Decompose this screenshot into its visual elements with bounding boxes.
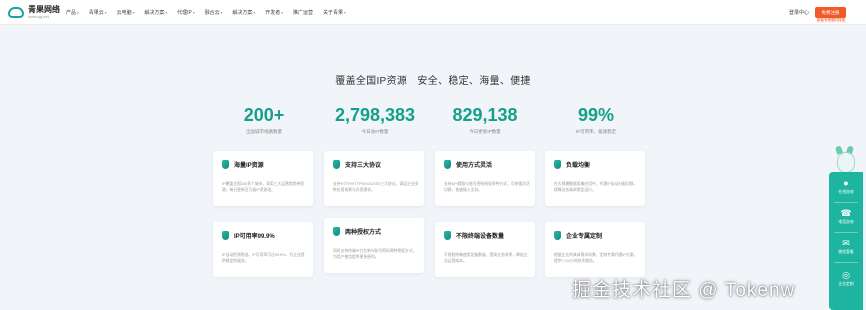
shield-icon bbox=[554, 160, 561, 169]
side-item-label: 电话咨询 bbox=[838, 220, 854, 224]
chevron-down-icon: ▾ bbox=[253, 10, 256, 15]
side-item-label: 企业定制 bbox=[838, 282, 854, 286]
nav-item-cloud-pc[interactable]: 云电脑▾ bbox=[117, 9, 135, 16]
site-logo[interactable]: 青果网络 www.qg.net bbox=[8, 4, 60, 20]
feature-card-unlimited-devices[interactable]: 不限终端设备数量 不限制终端使用设备数量，提高业务效率，降低企业运营成本。 bbox=[435, 222, 535, 277]
stat-label: IP可用率，极速稳定 bbox=[575, 129, 617, 134]
nav-item-proxy-ip[interactable]: 代理IP▾ bbox=[177, 9, 195, 16]
phone-icon: ☎ bbox=[840, 208, 852, 218]
nav-item-solutions-2[interactable]: 解决方案▾ bbox=[232, 9, 255, 16]
chevron-down-icon: ▾ bbox=[165, 10, 168, 15]
stat-label: 全国城市线路数量 bbox=[246, 129, 282, 134]
side-item-online-consult[interactable]: ● 在线咨询 bbox=[829, 178, 863, 195]
stat-value: 99% bbox=[577, 105, 615, 125]
top-navigation-bar: 青果网络 www.qg.net 产品▾ 青果云▾ 云电脑▾ 解决方案▾ 代理IP… bbox=[0, 0, 866, 25]
bell-icon: ● bbox=[843, 178, 849, 188]
feature-title: 不限终端设备数量 bbox=[456, 234, 505, 240]
feature-title: 企业专属定制 bbox=[566, 234, 603, 240]
chevron-down-icon: ▾ bbox=[77, 10, 79, 15]
stat-value: 829,138 bbox=[452, 105, 518, 125]
side-item-label: 微信客服 bbox=[838, 250, 854, 254]
stat-total-ip: 2,798,383 今日总IP数量 bbox=[320, 104, 430, 135]
divider bbox=[834, 202, 858, 203]
shield-icon bbox=[444, 231, 451, 240]
stat-value: 200+ bbox=[243, 105, 285, 125]
chevron-down-icon: ▾ bbox=[220, 10, 223, 15]
shield-icon bbox=[444, 160, 451, 169]
chat-icon: ✉ bbox=[842, 238, 850, 248]
feature-card-enterprise-custom[interactable]: 企业专属定制 根据企业的具体需求场景，定制专属代理IP方案，提供7×24小时技术… bbox=[545, 222, 645, 277]
feature-title: 支持三大协议 bbox=[345, 163, 382, 169]
stat-availability: 99% IP可用率，极速稳定 bbox=[541, 104, 651, 135]
side-item-phone[interactable]: ☎ 电话咨询 bbox=[829, 208, 863, 225]
nav-item-fusion-cloud[interactable]: 融合云▾ bbox=[205, 9, 223, 16]
register-button[interactable]: 免费注册 bbox=[815, 7, 846, 18]
nav-item-developer[interactable]: 开发者▾ bbox=[265, 9, 283, 16]
nav-item-about[interactable]: 关于青果▾ bbox=[323, 9, 346, 16]
feature-description: IP覆盖全国200多个城市，采用三大运营商宽带资源，每日更新百万级IP资源池。 bbox=[222, 182, 305, 192]
divider bbox=[834, 232, 858, 233]
divider bbox=[834, 262, 858, 263]
stat-city-count: 200+ 全国城市线路数量 bbox=[209, 104, 319, 135]
logo-url: www.qg.net bbox=[28, 13, 49, 19]
floating-service-widget: ● 在线咨询 ☎ 电话咨询 ✉ 微信客服 ◎ 企业定制 bbox=[829, 145, 863, 310]
stat-updated-ip: 829,138 今日更新IP数量 bbox=[430, 104, 540, 135]
nav-item-cloud[interactable]: 青果云▾ bbox=[89, 9, 107, 16]
feature-card-availability[interactable]: IP可用率99.9% IP自动检测筛选，IP可用率可达99.9%，为企业提供稳定… bbox=[213, 222, 313, 277]
site-watermark: 掘金技术社区 @ Tokenw bbox=[572, 280, 796, 301]
nav-item-products[interactable]: 产品▾ bbox=[66, 9, 79, 16]
feature-title: 使用方式灵活 bbox=[456, 163, 493, 169]
nav-item-solutions[interactable]: 解决方案▾ bbox=[144, 9, 167, 16]
service-icon: ◎ bbox=[842, 270, 850, 280]
side-item-wechat[interactable]: ✉ 微信客服 bbox=[829, 238, 863, 255]
nav-item-promotion[interactable]: 推广运营 bbox=[293, 9, 313, 16]
feature-title: IP可用率99.9% bbox=[234, 234, 275, 240]
feature-title: 两种授权方式 bbox=[345, 230, 382, 236]
feature-description: 支持API提取与账号密码授权多种方式，可按需灵活切换，快速接入业务。 bbox=[444, 182, 530, 192]
feature-description: IP自动检测筛选，IP可用率可达99.9%，为企业提供稳定的服务。 bbox=[222, 253, 305, 263]
feature-title: 海量IP资源 bbox=[234, 163, 264, 169]
side-item-label: 在线咨询 bbox=[838, 190, 854, 194]
user-center-link[interactable]: 登录中心 bbox=[789, 9, 809, 16]
chevron-down-icon: ▾ bbox=[192, 10, 195, 15]
feature-card-massive-ip[interactable]: 海量IP资源 IP覆盖全国200多个城市，采用三大运营商宽带资源，每日更新百万级… bbox=[213, 151, 313, 206]
shield-icon bbox=[333, 160, 340, 169]
stat-label: 今日总IP数量 bbox=[361, 129, 389, 134]
register-promo-badge: 新客专享限时特惠 bbox=[816, 18, 846, 23]
cloud-logo-icon bbox=[8, 6, 24, 18]
feature-description: 同时支持终端IP白名单与账号密码两种授权方式，为用户使用提供更多便利。 bbox=[333, 249, 417, 259]
feature-card-load-balance[interactable]: 负载均衡 在大规模数据采集应用中，代理IP自动分配切换，保障业务请求稳定运行。 bbox=[545, 151, 645, 206]
chevron-down-icon: ▾ bbox=[104, 10, 107, 15]
feature-description: 不限制终端使用设备数量，提高业务效率，降低企业运营成本。 bbox=[444, 253, 528, 263]
logo-name: 青果网络 bbox=[28, 4, 60, 14]
side-item-enterprise[interactable]: ◎ 企业定制 bbox=[829, 270, 863, 287]
feature-card-flexible-usage[interactable]: 使用方式灵活 支持API提取与账号密码授权多种方式，可按需灵活切换，快速接入业务… bbox=[435, 151, 535, 206]
stat-value: 2,798,383 bbox=[334, 105, 416, 125]
chevron-down-icon: ▾ bbox=[344, 10, 346, 15]
shield-icon bbox=[333, 227, 340, 236]
section-headline: 覆盖全国IP资源 安全、稳定、海量、便捷 bbox=[335, 76, 531, 87]
chevron-down-icon: ▾ bbox=[132, 10, 135, 15]
shield-icon bbox=[554, 231, 561, 240]
feature-card-protocols[interactable]: 支持三大协议 支持HTTP/HTTPS/SOCKS5三大协议，满足企业多种应用场… bbox=[324, 151, 424, 206]
stat-label: 今日更新IP数量 bbox=[469, 129, 501, 134]
feature-card-auth-methods[interactable]: 两种授权方式 同时支持终端IP白名单与账号密码两种授权方式，为用户使用提供更多便… bbox=[324, 218, 424, 273]
chevron-down-icon: ▾ bbox=[281, 10, 283, 15]
feature-description: 根据企业的具体需求场景，定制专属代理IP方案，提供7×24小时技术服务。 bbox=[554, 253, 638, 263]
service-panel: ● 在线咨询 ☎ 电话咨询 ✉ 微信客服 ◎ 企业定制 bbox=[829, 172, 863, 310]
feature-description: 在大规模数据采集应用中，代理IP自动分配切换，保障业务请求稳定运行。 bbox=[554, 182, 638, 192]
main-nav: 产品▾ 青果云▾ 云电脑▾ 解决方案▾ 代理IP▾ 融合云▾ 解决方案▾ 开发者… bbox=[66, 0, 356, 24]
feature-description: 支持HTTP/HTTPS/SOCKS5三大协议，满足企业多种应用场景与开发需求。 bbox=[333, 182, 419, 192]
shield-icon bbox=[222, 160, 229, 169]
mascot-icon bbox=[831, 145, 857, 174]
feature-title: 负载均衡 bbox=[566, 163, 591, 169]
shield-icon bbox=[222, 231, 229, 240]
